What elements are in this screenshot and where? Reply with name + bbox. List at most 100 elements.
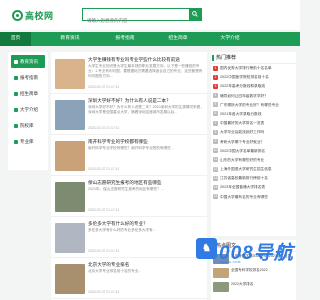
hot-item[interactable]: 6 2021年各大学录取分数线 [211,110,296,119]
rank-badge: 9 [213,139,218,145]
article-title[interactable]: 保山志愿研究生报考的地区有些哪些 [88,180,204,186]
hot-panel: 热门推荐 1 国内优秀大学排行榜前十名名单 2 2022中国医学院校排名前十名 32… [211,52,296,236]
search-box [82,8,202,26]
rec-item[interactable]: 全国专科学校排名2022 [211,266,296,280]
hot-item[interactable]: 5 广东哪所大学的专业好？有哪些专业 [211,101,296,110]
article-title[interactable]: 南开科学专业的学校都有哪些 [88,139,204,145]
article-summary: 大学生专业知识是大学生最本钱的职业发展方向，以下是一些赚钱的专业：1.专业有利可… [88,64,203,78]
article-thumbnail[interactable] [55,59,85,89]
nav-item-universities[interactable]: 大学介绍 [210,32,250,46]
rec-item[interactable]: 重庆警察学院2022考研 2023招生信息 [211,252,296,266]
rec-item-label: 重庆警察学院2022考研 2023招生信息 [231,254,292,258]
nav-item-home[interactable]: 首页 [0,32,31,46]
nav-item-news[interactable]: 教育资讯 [50,32,90,46]
page: 高校网 首页 教育资讯 报考指南 招生简章 大学介绍 教育资讯 报考指南 招生简… [0,0,300,300]
hot-item[interactable]: 10 2022中国大学名单最新排名 [211,147,296,156]
bullet-icon [14,75,18,80]
bullet-icon [14,107,18,112]
list-item[interactable]: 南开科学专业的学校都有哪些 南开科学专业学校有哪些？南开科学专业院校有哪些...… [51,136,207,176]
hot-item-label: 2022中国医学院校排名前十名 [220,75,269,80]
side-item-news[interactable]: 教育资讯 [11,55,45,68]
hot-item[interactable]: 9 考研大学哪个专业好就业？ [211,138,296,147]
rank-badge: 11 [213,157,218,163]
list-item[interactable]: 大学生赚钱有专业吗专业学些什么比较有前途 大学生专业知识是大学生最本钱的职业发展… [51,54,207,94]
rank-badge: 12 [213,166,218,172]
hot-item-label: 广东哪所大学的专业好？有哪些专业 [220,102,279,107]
nav-item-admission[interactable]: 招生简章 [158,32,198,46]
hot-item[interactable]: 14 2023年全国普通大学排名表 [211,183,296,192]
article-title[interactable]: 大学生赚钱有专业吗专业学些什么比较有前途 [88,57,204,63]
rank-badge: 7 [213,120,218,126]
article-title[interactable]: 北京大学的专业排名 [88,262,204,268]
hot-panel-title: 热门推荐 [211,52,296,64]
side-item-universities[interactable]: 大学介绍 [11,103,45,116]
hot-item[interactable]: 2 2022中国医学院校排名前十名 [211,73,296,82]
hot-item-label: 大学毕业后能找到好工作吗 [220,130,265,135]
article-summary: 2021年，保山志愿研究生报考的地区有哪些？... [88,187,164,191]
hot-item[interactable]: 15 中国大学最有名的专业有哪些 [211,193,296,202]
bullet-icon [14,91,18,96]
nav-item-guide[interactable]: 报考指南 [105,32,145,46]
side-item-label: 教育资讯 [20,58,38,64]
article-title[interactable]: 深圳大学好不好？为什么有人说是二本？ [88,98,204,104]
hot-item-label: 国内优秀大学排行榜前十名名单 [220,66,272,70]
article-thumbnail[interactable] [55,223,85,253]
hot-item[interactable]: 3 2022年高考分数线和录取线 [211,82,296,91]
hot-item-label: 江苏省高校最新排行榜前十名 [220,176,268,181]
hot-item[interactable]: 11 山东的大学有哪些好的专业 [211,156,296,165]
list-item[interactable]: 多伦多大学有什么好的专业？ 多伦多大学有什么好的专业多伦多大学有... 2023… [51,218,207,258]
hot-item-label: 2023年全国普通大学排名表 [220,185,266,190]
hot-item[interactable]: 8 大学毕业后能找到好工作吗 [211,128,296,137]
article-title[interactable]: 多伦多大学有什么好的专业？ [88,221,204,227]
rec-panel: 热点图文 重庆警察学院2022考研 2023招生信息 全国专科学校排名2022 … [211,240,296,300]
rank-badge: 15 [213,194,218,200]
article-list: 大学生赚钱有专业吗专业学些什么比较有前途 大学生专业知识是大学生最本钱的职业发展… [51,52,207,300]
side-item-label: 专业库 [20,138,34,144]
search-icon [192,11,198,17]
article-date: 2023-02-07 21:17:11 [88,290,120,294]
hot-item[interactable]: 12 上海外国语大学研究生招生信息 [211,165,296,174]
side-item-label: 招生简章 [20,90,38,96]
hot-item-label: 山东的大学有哪些好的专业 [220,157,265,162]
side-item-major-db[interactable]: 专业库 [11,135,45,148]
search-button[interactable] [189,9,201,20]
side-item-admission[interactable]: 招生简章 [11,87,45,100]
hot-item-label: 中国最好的大学排名一览表 [220,121,265,126]
article-thumbnail[interactable] [55,264,85,294]
hot-item-label: 上海外国语大学研究生招生信息 [220,167,272,172]
article-thumbnail[interactable] [55,182,85,212]
article-summary: 北京大学专业排名前十名的专业... [88,269,142,273]
rank-badge: 13 [213,175,218,181]
bullet-icon [14,59,18,64]
rec-item[interactable]: 2022大学排名 [211,280,296,294]
hot-item-label: 中国大学最有名的专业有哪些 [220,194,268,199]
rank-badge: 4 [213,93,218,99]
article-thumbnail[interactable] [55,141,85,171]
side-item-college-db[interactable]: 院校库 [11,119,45,132]
site-logo[interactable]: 高校网 [12,8,54,22]
side-item-label: 报考指南 [20,74,38,80]
article-thumbnail[interactable] [55,100,85,130]
side-item-guide[interactable]: 报考指南 [11,71,45,84]
article-date: 2023-02-07 21:17:11 [88,208,120,212]
hot-item[interactable]: 7 中国最好的大学排名一览表 [211,119,296,128]
hot-item[interactable]: 4 辅导如何让四年级数学学好？ [211,92,296,101]
logo-text: 高校网 [25,11,54,22]
side-item-label: 大学介绍 [20,106,38,112]
article-date: 2023-02-07 21:17:11 [88,126,120,130]
search-input[interactable] [83,15,183,26]
rec-thumbnail [213,254,229,264]
hot-item[interactable]: 13 江苏省高校最新排行榜前十名 [211,174,296,183]
side-menu: 教育资讯 报考指南 招生简章 大学介绍 院校库 专业库 [8,52,48,170]
list-item[interactable]: 北京大学的专业排名 北京大学专业排名前十名的专业... 2023-02-07 2… [51,259,207,299]
article-summary: 深圳大学好不好？为什么有人说是二本？2010深圳大学的生源情况来看，深圳大学是全… [88,105,204,114]
rec-thumbnail [213,268,229,278]
list-item[interactable]: 保山志愿研究生报考的地区有些哪些 2021年，保山志愿研究生报考的地区有哪些？.… [51,177,207,217]
rank-badge: 6 [213,111,218,117]
hot-item[interactable]: 1 国内优秀大学排行榜前十名名单 [211,64,296,73]
article-date: 2023-02-07 21:17:11 [88,85,120,89]
list-item[interactable]: 深圳大学好不好？为什么有人说是二本？ 深圳大学好不好？为什么有人说是二本？201… [51,95,207,135]
bullet-icon [14,123,18,128]
article-date: 2023-02-07 21:17:11 [88,167,120,171]
rank-badge: 8 [213,129,218,135]
